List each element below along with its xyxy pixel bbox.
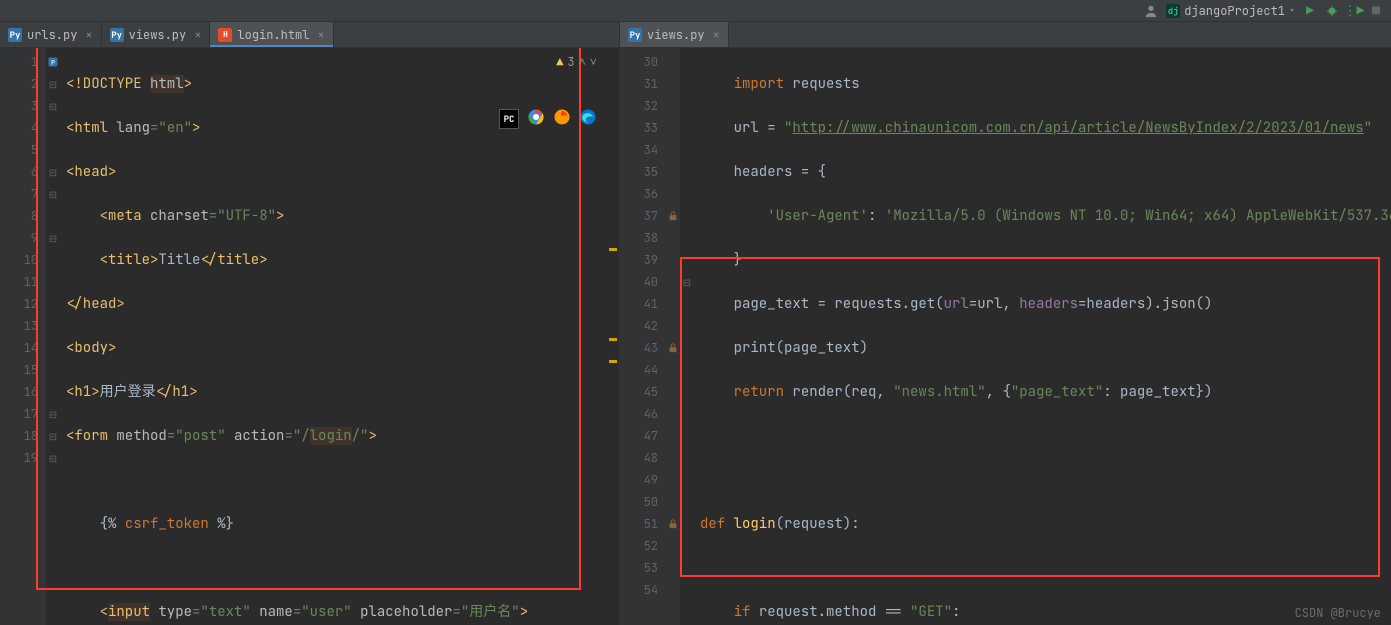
lock-icon [666,513,680,535]
html-icon: H [218,28,232,42]
more-run-icon[interactable]: ⋮▶ [1347,4,1361,18]
lock-icon [666,337,680,359]
chrome-icon[interactable] [527,108,545,130]
close-icon[interactable]: × [194,27,201,43]
warning-icon: ▲ [556,54,563,70]
svg-text:P: P [51,59,55,68]
left-editor-pane: Pyurls.py× Pyviews.py× Hlogin.html× 1234… [0,22,620,625]
edge-icon[interactable] [579,108,597,130]
marker [609,360,617,363]
user-icon[interactable] [1144,4,1158,18]
right-editor-pane: Pyviews.py× 3031323334353637383940414243… [620,22,1391,625]
file-type-icon: P [46,51,60,73]
debug-icon[interactable] [1325,4,1339,18]
right-gutter: 3031323334353637383940414243444546474849… [620,48,666,625]
close-icon[interactable]: × [317,27,324,43]
left-editor[interactable]: 12345678910111213141516171819 P ⊟⊟⊟⊟⊟⊟⊟⊟… [0,48,619,625]
python-icon: Py [8,28,22,42]
stop-icon[interactable]: ■ [1369,4,1383,18]
project-name: djangoProject1 [1184,3,1285,19]
chevron-down-icon[interactable]: ˅ [590,54,597,70]
right-editor[interactable]: 3031323334353637383940414243444546474849… [620,48,1391,625]
tab-views-py-right[interactable]: Pyviews.py× [620,22,729,47]
django-icon: dj [1166,4,1180,18]
browser-icons: PC [499,108,597,130]
marker [609,248,617,251]
chevron-up-icon[interactable]: ˄ [579,54,586,70]
run-icon[interactable]: ▶ [1303,4,1317,18]
tab-urls-py[interactable]: Pyurls.py× [0,22,102,47]
right-tab-bar: Pyviews.py× [620,22,1391,48]
python-icon: Py [110,28,124,42]
dropdown-icon: ▾ [1289,4,1295,17]
lock-column [666,48,680,625]
marker [609,338,617,341]
inspection-hint[interactable]: ▲3˄˅ [556,54,597,70]
firefox-icon[interactable] [553,108,571,130]
watermark: CSDN @Brucye [1295,605,1381,621]
python-icon: Py [628,28,642,42]
tab-views-py[interactable]: Pyviews.py× [102,22,211,47]
tab-login-html[interactable]: Hlogin.html× [210,22,333,47]
close-icon[interactable]: × [713,27,720,43]
project-selector[interactable]: dj djangoProject1 ▾ [1166,3,1295,19]
fold-column: P ⊟⊟⊟⊟⊟⊟⊟⊟ [46,48,60,625]
title-bar: dj djangoProject1 ▾ ▶ ⋮▶ ■ [0,0,1391,22]
left-tab-bar: Pyurls.py× Pyviews.py× Hlogin.html× [0,22,619,48]
fold-column: ⊟ [680,48,694,625]
close-icon[interactable]: × [85,27,92,43]
right-code[interactable]: import requests url = "http://www.chinau… [694,48,1391,625]
pycharm-icon[interactable]: PC [499,109,519,129]
left-code[interactable]: <!DOCTYPE html> <html lang="en"> <head> … [60,48,619,625]
left-gutter: 12345678910111213141516171819 [0,48,46,625]
lock-icon [666,205,680,227]
